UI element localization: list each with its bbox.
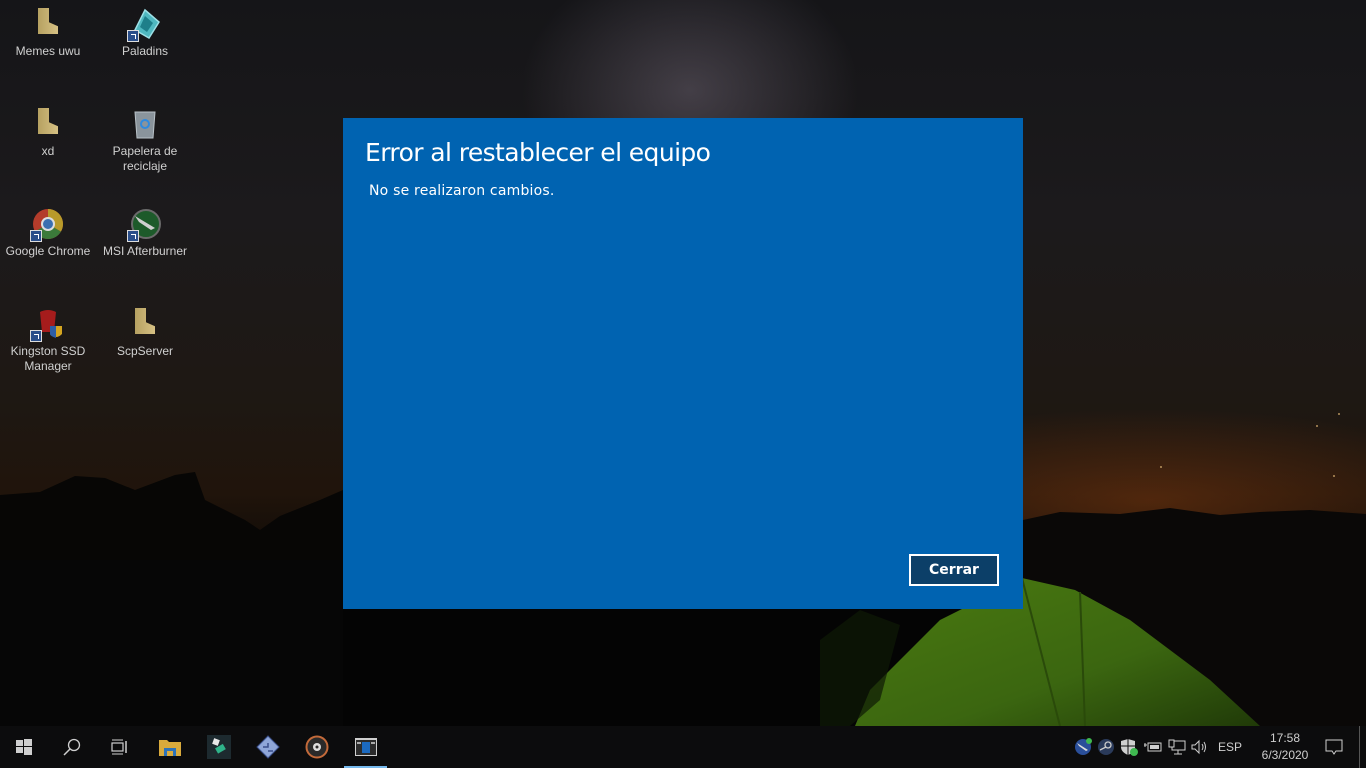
file-explorer-icon bbox=[159, 740, 181, 756]
notification-icon bbox=[1325, 739, 1343, 755]
desktop-icon-label: xd bbox=[41, 144, 55, 158]
desktop-icon-kingston-ssd-manager[interactable]: Kingston SSD Manager bbox=[0, 300, 96, 374]
taskbar: ESP 17:58 6/3/2020 bbox=[0, 726, 1366, 768]
search-icon bbox=[63, 738, 81, 756]
folder-icon bbox=[32, 8, 64, 40]
clock[interactable]: 17:58 6/3/2020 bbox=[1250, 726, 1320, 768]
desktop-icon-label: MSI Afterburner bbox=[102, 244, 188, 258]
desktop-icon-label: Kingston SSD Manager bbox=[10, 344, 86, 373]
battery-icon bbox=[1144, 742, 1162, 752]
chrome-icon bbox=[30, 208, 64, 242]
tray-network[interactable] bbox=[1166, 726, 1188, 768]
recycle-bin-icon bbox=[129, 108, 161, 140]
desktop-icon-label: Papelera de reciclaje bbox=[112, 144, 178, 173]
desktop-icon-google-chrome[interactable]: Google Chrome bbox=[0, 200, 96, 259]
clock-date: 6/3/2020 bbox=[1261, 748, 1309, 762]
desktop-icon-recycle-bin[interactable]: Papelera de reciclaje bbox=[97, 100, 193, 174]
close-button[interactable]: Cerrar bbox=[909, 554, 999, 586]
windows-security-icon bbox=[1121, 739, 1138, 756]
network-icon bbox=[1168, 739, 1186, 755]
msi-afterburner-icon bbox=[127, 208, 161, 242]
clock-time: 17:58 bbox=[1269, 731, 1301, 745]
taskbar-groove-music[interactable] bbox=[293, 726, 341, 768]
tray-windows-security[interactable] bbox=[1118, 726, 1140, 768]
task-view-icon bbox=[111, 739, 127, 755]
folder-icon bbox=[129, 308, 161, 340]
desktop-icon-label: Google Chrome bbox=[5, 244, 91, 258]
shortcut-arrow-icon bbox=[127, 230, 139, 242]
filmora-icon bbox=[207, 735, 231, 759]
star bbox=[1160, 466, 1162, 468]
star bbox=[1333, 475, 1335, 477]
taskbar-pcsx2[interactable] bbox=[244, 726, 292, 768]
taskbar-reset-pc-window[interactable] bbox=[343, 726, 388, 768]
kingston-icon bbox=[30, 308, 64, 342]
volume-icon bbox=[1191, 739, 1206, 755]
task-view-button[interactable] bbox=[96, 726, 144, 768]
folder-icon bbox=[32, 108, 64, 140]
search-button[interactable] bbox=[48, 726, 96, 768]
tray-steam[interactable] bbox=[1095, 726, 1117, 768]
desktop-icon-paladins[interactable]: Paladins bbox=[97, 0, 193, 59]
desktop-icon-msi-afterburner[interactable]: MSI Afterburner bbox=[97, 200, 193, 259]
shortcut-arrow-icon bbox=[30, 230, 42, 242]
desktop-icon-label: ScpServer bbox=[116, 344, 174, 358]
desktop-icon-memes-uwu[interactable]: Memes uwu bbox=[0, 0, 96, 59]
steam-icon bbox=[1098, 739, 1114, 755]
windows-logo-icon bbox=[16, 739, 32, 755]
msi-afterburner-tray-icon bbox=[1075, 738, 1092, 755]
pcsx2-icon bbox=[256, 735, 280, 759]
show-desktop-button[interactable] bbox=[1359, 726, 1366, 768]
shortcut-arrow-icon bbox=[30, 330, 42, 342]
star bbox=[1338, 413, 1340, 415]
desktop-icon-label: Memes uwu bbox=[15, 44, 81, 58]
music-disc-icon bbox=[305, 735, 329, 759]
paladins-icon bbox=[127, 8, 161, 42]
action-center-button[interactable] bbox=[1320, 726, 1348, 768]
dialog-message: No se realizaron cambios. bbox=[369, 183, 555, 199]
language-indicator[interactable]: ESP bbox=[1214, 726, 1246, 768]
taskbar-file-explorer[interactable] bbox=[146, 726, 194, 768]
desktop-icon-scpserver[interactable]: ScpServer bbox=[97, 300, 193, 359]
shortcut-arrow-icon bbox=[127, 30, 139, 42]
dialog-title: Error al restablecer el equipo bbox=[365, 138, 711, 167]
desktop-icon-label: Paladins bbox=[121, 44, 169, 58]
window-app-icon bbox=[354, 738, 377, 756]
star bbox=[1316, 425, 1318, 427]
tray-msi-afterburner[interactable] bbox=[1072, 726, 1094, 768]
tray-volume[interactable] bbox=[1189, 726, 1211, 768]
reset-error-dialog: Error al restablecer el equipo No se rea… bbox=[343, 118, 1023, 609]
desktop-icon-xd[interactable]: xd bbox=[0, 100, 96, 159]
tray-battery[interactable] bbox=[1142, 726, 1164, 768]
start-button[interactable] bbox=[0, 726, 48, 768]
taskbar-filmora[interactable] bbox=[195, 726, 243, 768]
